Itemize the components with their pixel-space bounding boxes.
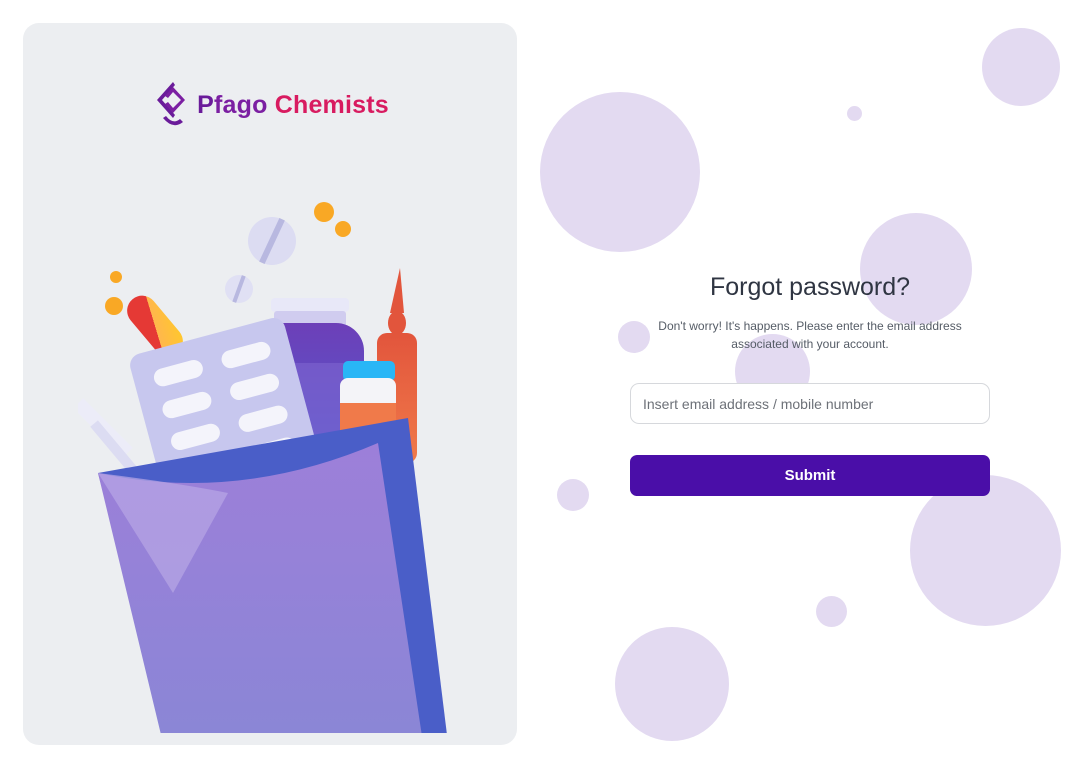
decor-bubble bbox=[615, 627, 729, 741]
page-title: Forgot password? bbox=[709, 273, 911, 301]
decor-bubble bbox=[816, 596, 847, 627]
pharmacy-bag-illustration bbox=[78, 202, 447, 733]
decor-bubble bbox=[847, 106, 862, 121]
brand-name-rest: fago bbox=[214, 90, 275, 119]
brand-name: Pfago Chemists bbox=[197, 91, 389, 120]
decor-bubble bbox=[910, 475, 1061, 626]
email-input[interactable] bbox=[630, 383, 990, 424]
decor-bubble bbox=[860, 213, 972, 325]
brand-name-chemists: Chemists bbox=[274, 90, 389, 119]
decor-bubble bbox=[540, 92, 700, 252]
page-subtitle: Don't worry! It's happens. Please enter … bbox=[658, 319, 962, 351]
decor-bubble bbox=[557, 479, 589, 511]
brand-name-p: P bbox=[197, 90, 214, 119]
brand-logo: Pfago Chemists bbox=[23, 75, 517, 135]
illustration-panel: Pfago Chemists bbox=[23, 23, 517, 745]
decor-bubble bbox=[982, 28, 1060, 106]
submit-button[interactable]: Submit bbox=[630, 455, 990, 496]
logo-mark-icon bbox=[157, 82, 186, 126]
